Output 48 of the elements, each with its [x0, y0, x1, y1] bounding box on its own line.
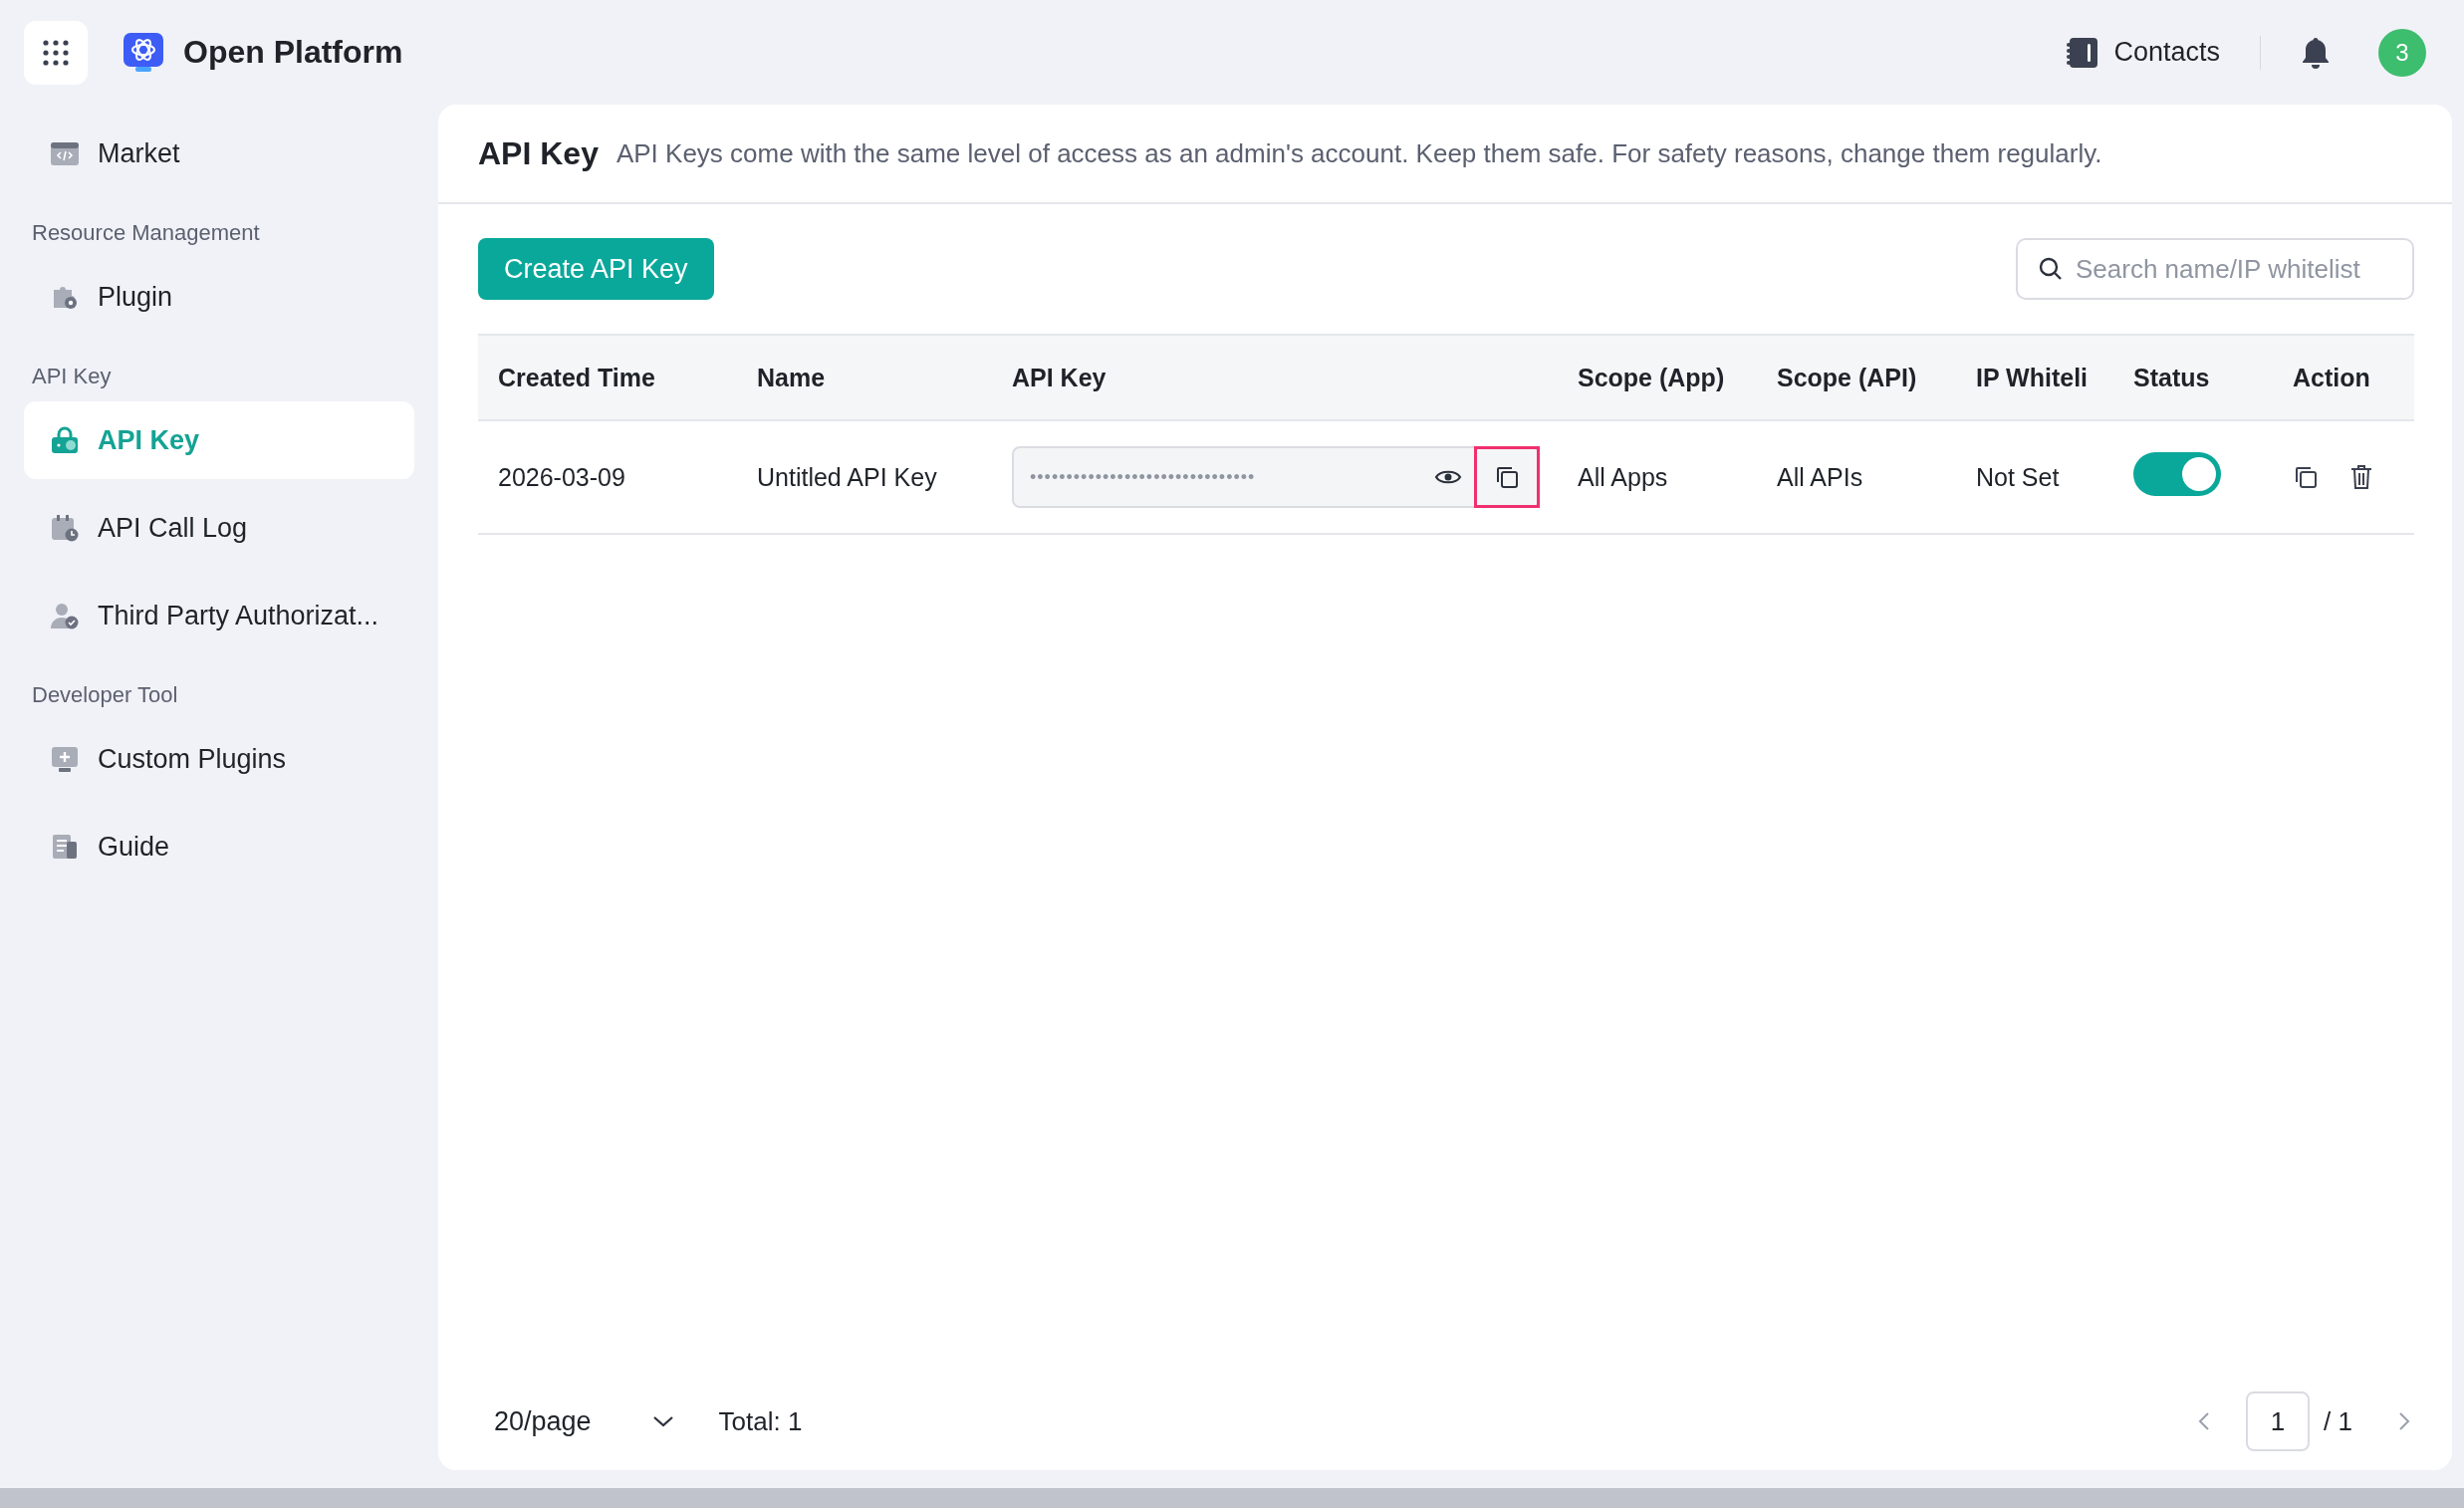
contacts-link[interactable]: Contacts — [2066, 35, 2220, 70]
table-cell-text: All Apps — [1577, 462, 1669, 492]
search-icon — [2038, 256, 2064, 282]
apps-menu-button[interactable] — [24, 20, 88, 85]
logo-icon — [122, 30, 165, 75]
scrollbar[interactable] — [0, 1488, 2464, 1508]
page-description: API Keys come with the same level of access as an admin's account. Keep them safe. For safety reasons, change them regularly. — [616, 137, 2102, 169]
document-icon — [50, 832, 80, 862]
sidebar-item[interactable]: Guide — [24, 808, 414, 885]
page-count: / 1 — [2324, 1405, 2352, 1437]
sidebar-item[interactable]: API Call Log — [24, 489, 414, 567]
column-header: Name — [756, 363, 827, 392]
column-header: Scope (API) — [1776, 363, 1918, 392]
search-field[interactable]: Search name/IP whitelist — [2016, 238, 2414, 300]
user-check-icon — [50, 601, 80, 630]
table-cell-text: Untitled API Key — [756, 462, 938, 492]
copy-button[interactable] — [1474, 446, 1540, 508]
table-cell-text: All APIs — [1776, 462, 1864, 492]
section-heading: API Key — [31, 363, 113, 390]
lock-icon — [50, 425, 80, 455]
status-toggle[interactable] — [2133, 452, 2221, 496]
trash-icon[interactable] — [2348, 463, 2374, 491]
app-title: Open Platform — [183, 34, 403, 71]
section-heading: Resource Management — [31, 219, 261, 247]
column-header: IP Whiteli — [1975, 363, 2090, 392]
section-heading: Developer Tool — [31, 681, 179, 709]
notebook-icon — [2066, 35, 2100, 70]
table-cell-text: Not Set — [1975, 462, 2061, 492]
column-header: API Key — [1011, 363, 1108, 392]
page-title: API Key — [478, 134, 599, 172]
calendar-clock-icon — [50, 513, 80, 543]
column-header: Status — [2132, 363, 2211, 392]
table-cell-text: 2026-03-09 — [497, 462, 626, 492]
copy-icon[interactable] — [2293, 464, 2319, 490]
column-header: Scope (App) — [1577, 363, 1726, 392]
copy-icon — [1494, 464, 1520, 490]
column-header: Created Time — [497, 363, 656, 392]
sidebar-item[interactable]: Market — [24, 115, 414, 192]
sidebar-item[interactable]: Third Party Authorizat... — [24, 577, 414, 654]
sidebar-item[interactable]: Plugin — [24, 258, 414, 336]
column-header: Action — [2292, 363, 2371, 392]
apps-icon — [41, 37, 71, 68]
total-count: Total: 1 — [718, 1405, 803, 1437]
page-size-select[interactable]: 20/page — [494, 1405, 675, 1437]
sidebar-item[interactable]: Custom Plugins — [24, 720, 414, 798]
monitor-plus-icon — [50, 744, 80, 774]
bell-icon[interactable] — [2301, 35, 2331, 70]
page-number-field[interactable]: 1 — [2246, 1391, 2311, 1451]
